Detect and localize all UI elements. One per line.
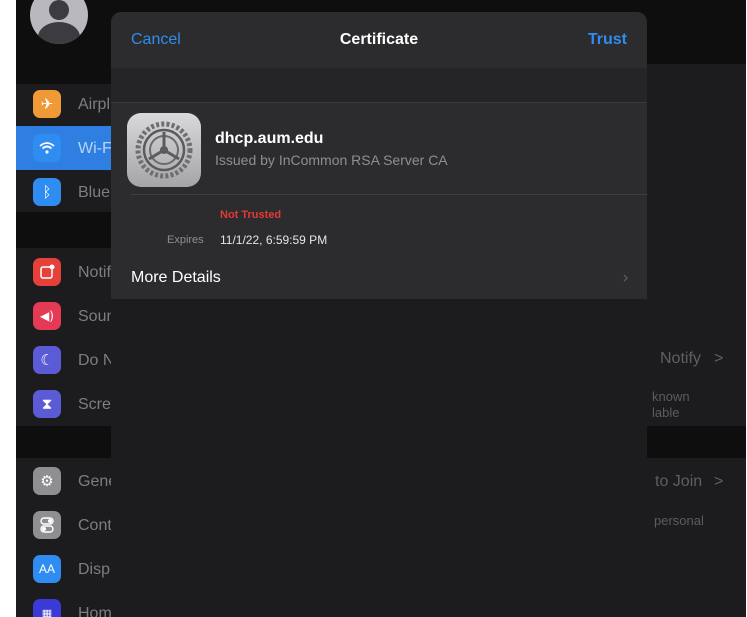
sidebar-item-sounds[interactable]: ◀) Soun xyxy=(16,294,116,338)
profile-avatar xyxy=(30,0,88,44)
certificate-issuer: Issued by InCommon RSA Server CA xyxy=(215,152,448,168)
divider xyxy=(131,194,647,195)
wifi-icon xyxy=(33,134,61,162)
footnote-text: known xyxy=(652,389,690,404)
sidebar-item-label: Soun xyxy=(78,308,116,325)
hourglass-icon: ⧗ xyxy=(33,390,61,418)
expires-label: Expires xyxy=(167,234,204,246)
sidebar-item-label: Airpl xyxy=(78,96,111,113)
sidebar-item-display[interactable]: AA Disp xyxy=(16,547,116,591)
networks-card xyxy=(631,64,746,300)
footnote-text: personal xyxy=(654,513,704,528)
settings-screen: ✈ Airpl Wi-F ᛒ Blue Notifi ◀) Soun ☾ Do … xyxy=(16,0,746,617)
section-gap xyxy=(111,68,647,102)
certificate-card: dhcp.aum.edu Issued by InCommon RSA Serv… xyxy=(111,102,647,299)
sidebar-item-control-center[interactable]: Cont xyxy=(16,503,116,547)
expires-value: 11/1/22, 6:59:59 PM xyxy=(220,233,328,247)
sidebar-item-label: Blue xyxy=(78,184,111,201)
sidebar-item-general[interactable]: ⚙ Gene xyxy=(16,459,117,503)
sheet-nav-bar: Cancel Certificate Trust xyxy=(111,12,647,68)
moon-icon: ☾ xyxy=(33,346,61,374)
sidebar-item-label: Cont xyxy=(78,517,112,534)
gear-icon xyxy=(127,113,201,187)
airplane-icon: ✈ xyxy=(33,90,61,118)
certificate-sheet: Cancel Certificate Trust dhcp.aum.edu Is… xyxy=(111,12,647,617)
sidebar-item-label: Hom xyxy=(78,605,112,617)
notifications-icon xyxy=(33,258,61,286)
toggles-icon xyxy=(33,511,61,539)
sidebar-item-bluetooth[interactable]: ᛒ Blue xyxy=(16,170,116,214)
trust-status-badge: Not Trusted xyxy=(220,209,282,221)
gear-icon: ⚙ xyxy=(33,467,61,495)
trust-button[interactable]: Trust xyxy=(588,31,627,49)
sidebar-item-label: Wi-F xyxy=(78,140,112,157)
sidebar-item-label: Disp xyxy=(78,561,111,578)
sidebar-item-do-not-disturb[interactable]: ☾ Do N xyxy=(16,338,116,382)
sidebar-item-label: Do N xyxy=(78,352,115,369)
ask-to-join-label[interactable]: to Join xyxy=(655,473,702,491)
sound-icon: ◀) xyxy=(33,302,61,330)
chevron-right-icon: > xyxy=(714,473,724,490)
more-details-row[interactable]: More Details › xyxy=(111,255,647,299)
sidebar-item-home-screen[interactable]: ▦ Hom xyxy=(16,591,116,617)
sidebar-item-airplane[interactable]: ✈ Airpl xyxy=(16,82,116,126)
sidebar-item-label: Notifi xyxy=(78,264,115,281)
sidebar-item-wifi[interactable]: Wi-F xyxy=(16,126,116,170)
text-size-icon: AA xyxy=(33,555,61,583)
notify-label[interactable]: Notify xyxy=(660,350,701,368)
certificate-name: dhcp.aum.edu xyxy=(215,130,324,147)
footnote-text: lable xyxy=(652,405,680,420)
chevron-right-icon: > xyxy=(714,350,724,367)
sheet-title: Certificate xyxy=(339,31,419,48)
sidebar-item-screen-time[interactable]: ⧗ Scre xyxy=(16,382,116,426)
home-grid-icon: ▦ xyxy=(33,599,61,617)
sidebar-item-label: Scre xyxy=(78,396,111,413)
more-details-label: More Details xyxy=(131,269,221,286)
sidebar-item-notifications[interactable]: Notifi xyxy=(16,250,116,294)
bluetooth-icon: ᛒ xyxy=(33,178,61,206)
chevron-right-icon: › xyxy=(622,268,629,288)
